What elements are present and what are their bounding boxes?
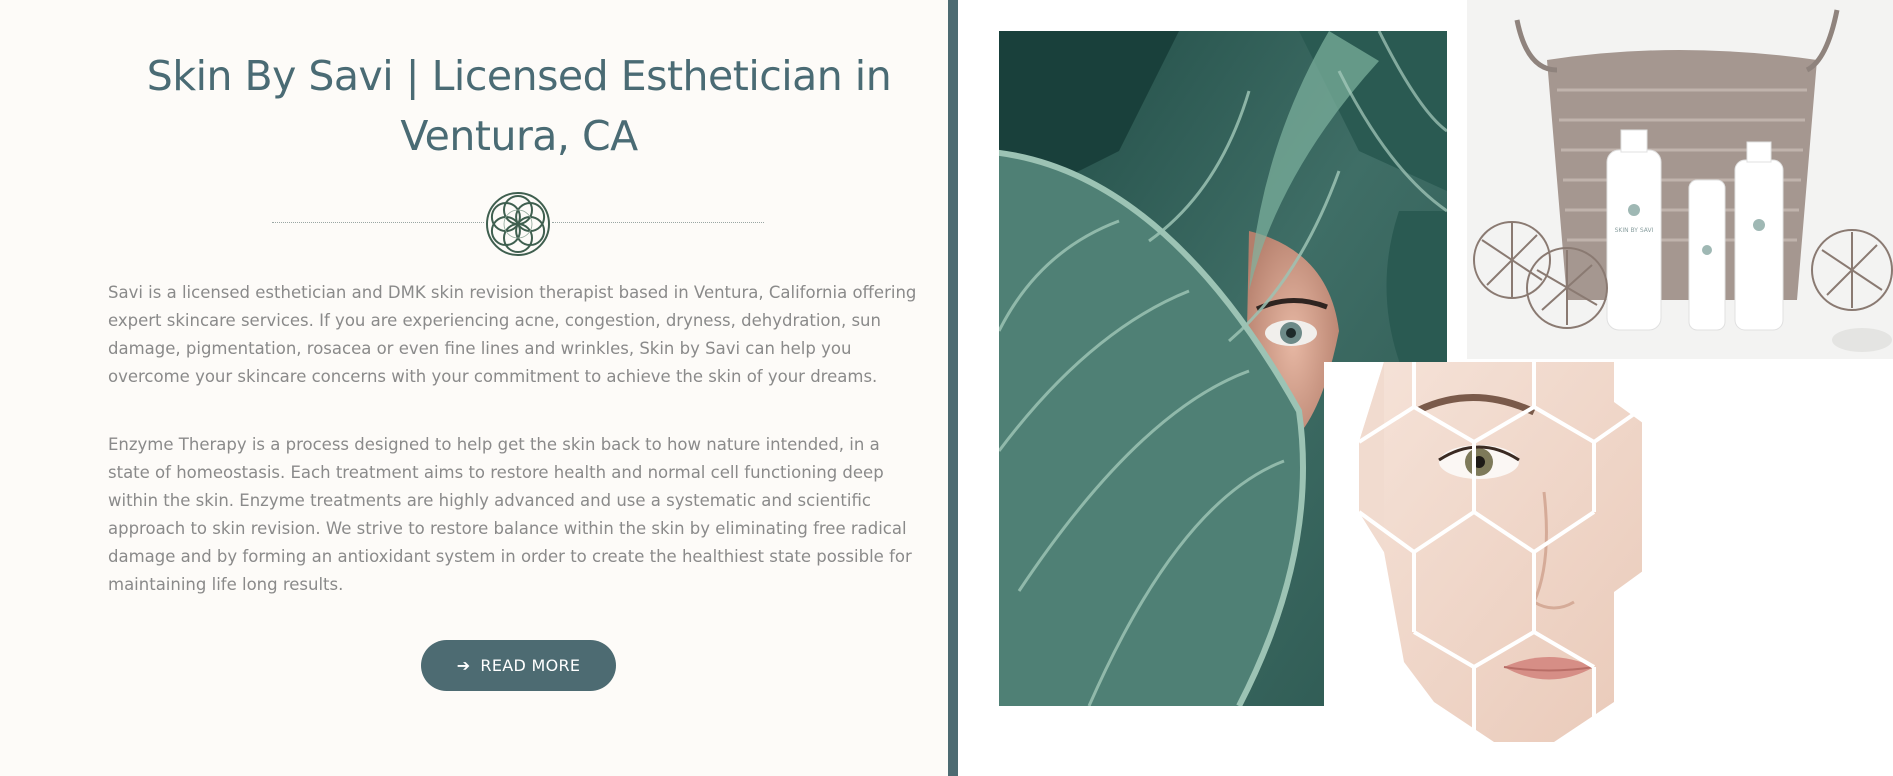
image-collage: SKIN BY SAVI: [958, 0, 1893, 776]
divider-line-left: [272, 222, 484, 223]
page-title: Skin By Savi | Licensed Esthetician in V…: [146, 52, 892, 160]
intro-paragraph: Savi is a licensed esthetician and DMK s…: [108, 283, 917, 386]
read-more-label: READ MORE: [480, 656, 581, 675]
hexagon-face-photo: [1324, 362, 1642, 764]
read-more-button[interactable]: ➔ READ MORE: [421, 640, 616, 691]
divider-line-right: [552, 222, 764, 223]
enzyme-therapy-paragraph: Enzyme Therapy is a process designed to …: [108, 435, 912, 594]
product-basket-photo: SKIN BY SAVI: [1467, 0, 1893, 359]
arrow-right-icon: ➔: [456, 655, 471, 675]
svg-text:SKIN BY SAVI: SKIN BY SAVI: [1615, 227, 1654, 234]
section-divider: [272, 186, 764, 260]
vertical-accent-bar: [948, 0, 958, 776]
intro-section: Skin By Savi | Licensed Esthetician in V…: [0, 0, 948, 776]
flower-of-life-icon: [486, 192, 550, 256]
